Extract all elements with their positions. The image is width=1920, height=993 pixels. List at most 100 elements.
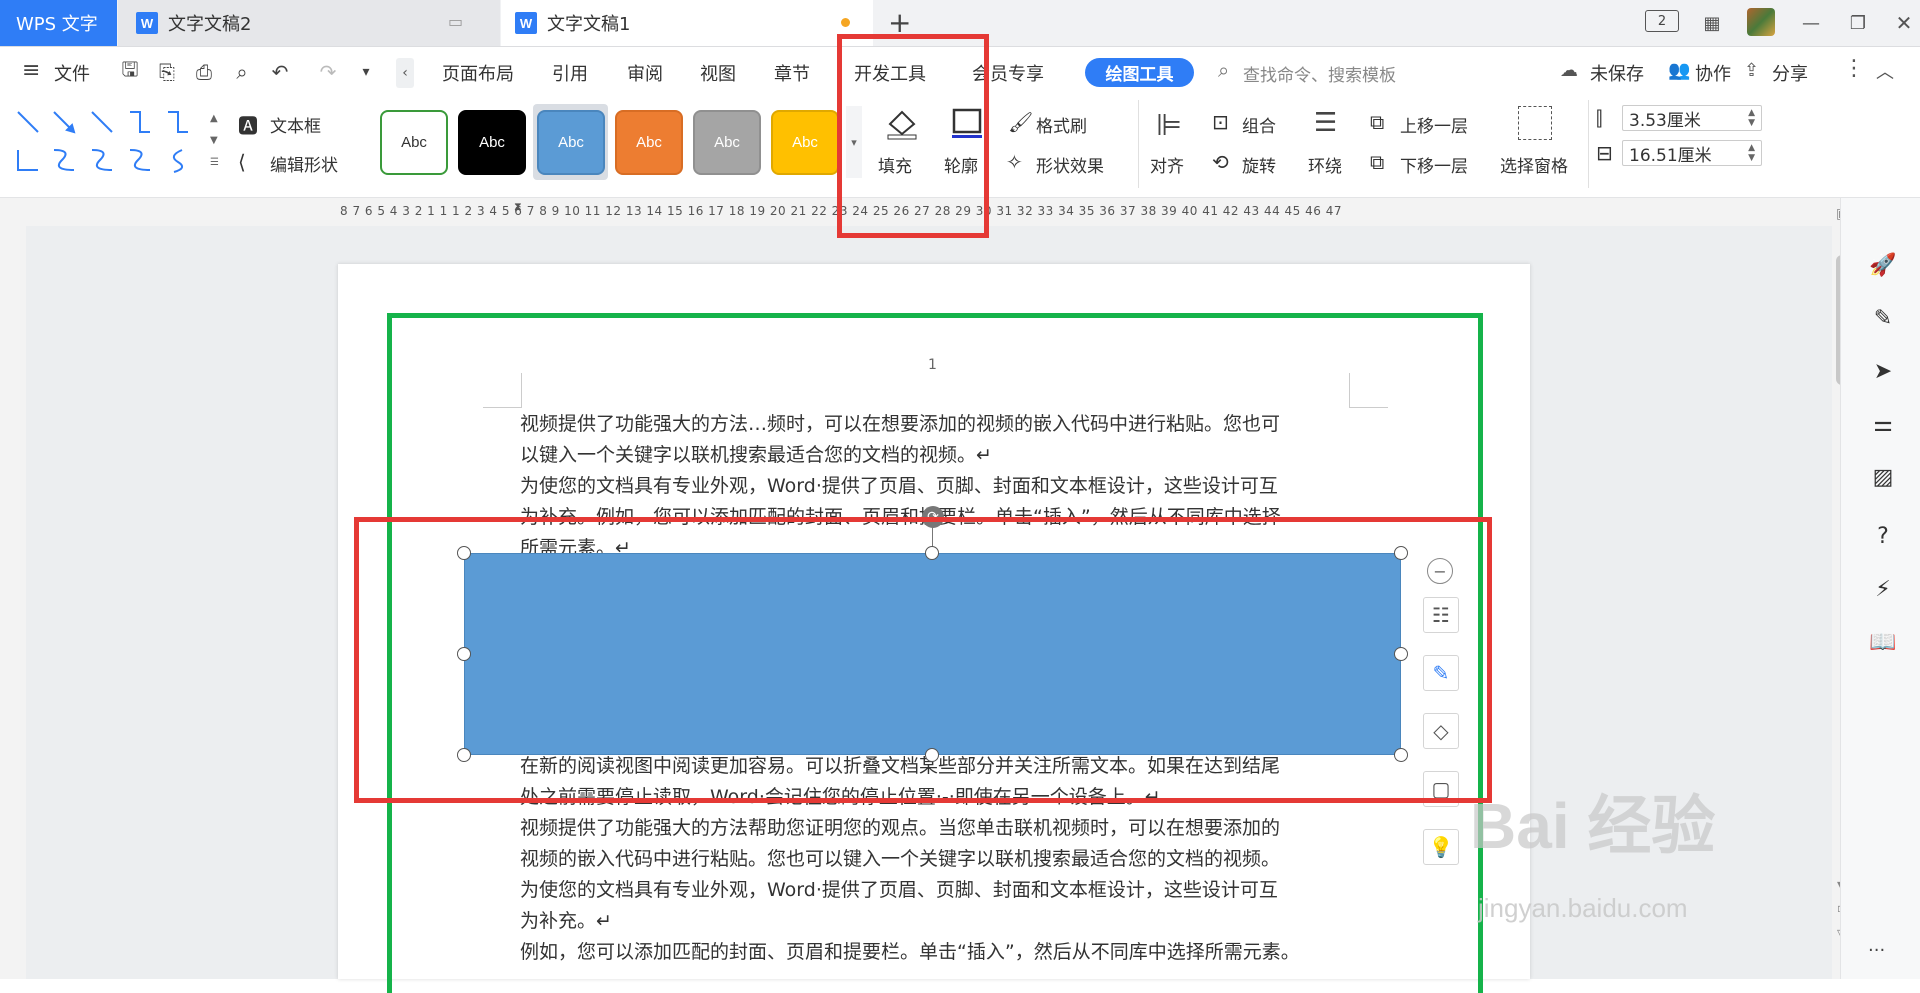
line-shapes-icon[interactable]	[12, 106, 212, 178]
vertical-ruler[interactable]	[0, 226, 26, 979]
collaborate-icon: 👥	[1668, 60, 1691, 81]
align-icon: ⊫	[1156, 108, 1183, 143]
monitor-icon[interactable]: ▭	[448, 12, 463, 31]
selection-pane-icon	[1518, 106, 1552, 140]
rotate-icon: ⟲	[1212, 150, 1229, 174]
wps-writer-icon: W	[515, 12, 537, 34]
menu-scroll-left-icon[interactable]: ‹	[396, 58, 414, 88]
unsaved-dot-icon	[841, 18, 850, 27]
bring-forward-icon: ⧉	[1370, 110, 1385, 134]
undo-icon[interactable]: ↶	[266, 58, 294, 86]
collapse-ribbon-icon[interactable]: ︿	[1876, 58, 1894, 84]
shape-width-icon: ⊟	[1596, 141, 1613, 165]
style-preset-orange[interactable]: Abc	[615, 110, 683, 175]
tab-wps-home[interactable]: WPS 文字	[0, 0, 117, 46]
redo-icon[interactable]: ↷	[314, 58, 342, 86]
export-pdf-icon[interactable]: ⎘	[153, 58, 181, 86]
align-button[interactable]: 对齐	[1150, 152, 1184, 177]
spinner-icon[interactable]: ▲ ▼	[1748, 143, 1755, 163]
baidu-watermark-url: jingyan.baidu.com	[1478, 893, 1688, 923]
style-preset-gold[interactable]: Abc	[771, 110, 839, 175]
red-highlight-box-shape	[354, 517, 1492, 803]
shape-effects-icon: ✧	[1006, 150, 1023, 174]
style-label: Abc	[479, 134, 505, 151]
bring-forward-button[interactable]: 上移一层	[1400, 112, 1468, 137]
textbox-button[interactable]: 文本框	[270, 112, 321, 137]
line-shapes-gallery[interactable]	[12, 106, 212, 178]
tab-drawing-tools[interactable]: 绘图工具	[1085, 58, 1194, 87]
menu-references[interactable]: 引用	[552, 60, 588, 86]
shape-height-icon: ⫿	[1596, 106, 1603, 130]
rotate-button[interactable]: 旋转	[1242, 152, 1276, 177]
spinner-icon[interactable]: ▲ ▼	[1748, 108, 1755, 128]
indent-marker-icon[interactable]: ⧗	[514, 200, 522, 214]
format-painter-icon: 🖌	[1008, 110, 1034, 134]
more-icon[interactable]: ···	[1868, 940, 1885, 961]
style-label: Abc	[558, 134, 584, 151]
cloud-sync-icon: ☁	[1560, 60, 1578, 81]
gallery-scroll-icon[interactable]: ▲ ▼ ☰	[210, 108, 219, 174]
share-icon: ⇪	[1744, 60, 1760, 81]
style-preset-white[interactable]: Abc	[380, 110, 448, 175]
ribbon-divider	[1588, 100, 1589, 188]
shape-effects-button[interactable]: 形状效果	[1036, 152, 1104, 177]
minimize-icon[interactable]: —	[1795, 8, 1827, 38]
style-preset-gray[interactable]: Abc	[693, 110, 761, 175]
style-preset-blue[interactable]: Abc	[537, 110, 605, 175]
style-preset-black[interactable]: Abc	[458, 110, 526, 175]
wrap-icon: ☰	[1314, 108, 1338, 138]
style-label: Abc	[636, 134, 662, 151]
save-icon[interactable]: 🖫	[116, 57, 144, 86]
multi-page-icon[interactable]: 2	[1645, 10, 1679, 32]
textbox-icon: 🅰	[238, 114, 258, 138]
selection-pane-button[interactable]: 选择窗格	[1500, 152, 1568, 177]
wrap-button[interactable]: 环绕	[1308, 152, 1342, 177]
avatar[interactable]	[1747, 8, 1775, 36]
tab-label: 文字文稿1	[547, 14, 631, 35]
restore-icon[interactable]: ❐	[1842, 8, 1874, 38]
command-search-input[interactable]: 查找命令、搜索模板	[1243, 61, 1396, 86]
height-value: 3.53厘米	[1629, 110, 1701, 131]
menu-file[interactable]: 文件	[54, 60, 90, 86]
collaborate-button[interactable]: 协作	[1695, 60, 1731, 86]
tab-document-1[interactable]: W 文字文稿1	[501, 0, 873, 46]
ribbon-divider	[1138, 100, 1139, 188]
menu-view[interactable]: 视图	[700, 60, 736, 86]
pointer-icon[interactable]: ➤	[1868, 356, 1898, 386]
baidu-watermark: Bai 经验	[1470, 790, 1716, 862]
close-icon[interactable]: ✕	[1888, 8, 1920, 38]
style-label: Abc	[792, 134, 818, 151]
unsaved-status[interactable]: 未保存	[1590, 60, 1644, 86]
menu-chapter[interactable]: 章节	[774, 60, 810, 86]
shape-width-input[interactable]: 16.51厘米 ▲ ▼	[1622, 140, 1762, 166]
help-icon[interactable]: ?	[1868, 521, 1898, 551]
shape-height-input[interactable]: 3.53厘米 ▲ ▼	[1622, 105, 1762, 131]
tab-document-2[interactable]: W 文字文稿2 ▭	[118, 0, 500, 46]
style-label: Abc	[714, 134, 740, 151]
edit-shape-button[interactable]: 编辑形状	[270, 151, 338, 176]
style-label: Abc	[401, 134, 427, 151]
sliders-icon[interactable]: ⚌	[1868, 409, 1898, 439]
lightning-icon[interactable]: ⚡	[1868, 574, 1898, 604]
rocket-icon[interactable]: 🚀	[1868, 250, 1898, 280]
more-options-icon[interactable]: ⋮	[1843, 56, 1865, 81]
print-preview-icon[interactable]: ⌕	[228, 58, 256, 86]
print-icon[interactable]: ⎙	[190, 58, 218, 86]
send-backward-icon: ⧉	[1370, 150, 1385, 174]
share-button[interactable]: 分享	[1772, 60, 1808, 86]
wps-writer-icon: W	[136, 12, 158, 34]
send-backward-button[interactable]: 下移一层	[1400, 152, 1468, 177]
group-button[interactable]: 组合	[1242, 112, 1276, 137]
menu-page-layout[interactable]: 页面布局	[442, 60, 514, 86]
pen-icon[interactable]: ✎	[1868, 303, 1898, 333]
width-value: 16.51厘米	[1629, 145, 1712, 166]
hamburger-menu-icon[interactable]: ≡	[22, 58, 40, 83]
quick-access-dropdown-icon[interactable]: ▾	[352, 58, 380, 86]
search-icon[interactable]: ⌕	[1218, 58, 1229, 82]
image-edit-icon[interactable]: ▨	[1868, 462, 1898, 492]
group-icon: ⊡	[1212, 110, 1229, 134]
format-painter-button[interactable]: 格式刷	[1036, 112, 1087, 137]
menu-review[interactable]: 审阅	[627, 60, 663, 86]
grid-apps-icon[interactable]: ▦	[1696, 8, 1728, 38]
book-icon[interactable]: 📖	[1868, 627, 1898, 657]
